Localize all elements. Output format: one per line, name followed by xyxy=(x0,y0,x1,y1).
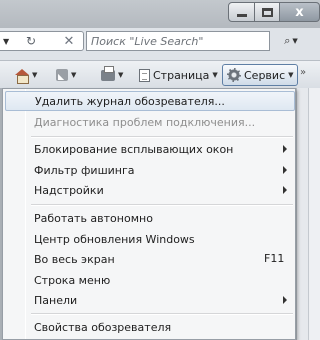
submenu-arrow-icon xyxy=(283,186,287,194)
menu-item-diagnose-connection: Диагностика проблем подключения... xyxy=(5,112,295,132)
menu-item-label: Во весь экран xyxy=(34,252,115,266)
menu-item-phishing-filter[interactable]: Фильтр фишинга xyxy=(5,160,295,180)
menu-separator xyxy=(31,313,293,315)
maximize-button[interactable] xyxy=(255,2,280,22)
menu-item-label: Строка меню xyxy=(34,273,111,287)
search-input[interactable]: Поиск "Live Search" xyxy=(86,31,270,51)
menu-item-popup-blocker[interactable]: Блокирование всплывающих окон xyxy=(5,139,295,159)
page-dropdown-icon: ▼ xyxy=(212,71,218,79)
close-icon: x xyxy=(295,4,304,20)
address-bar-end: ▼ ↻ ✕ xyxy=(0,31,84,51)
submenu-arrow-icon xyxy=(283,296,287,304)
search-button[interactable]: ⌕ ▼ xyxy=(276,31,306,51)
menu-item-label: Работать автономно xyxy=(34,211,153,225)
menu-item-delete-history[interactable]: Удалить журнал обозревателя... xyxy=(5,91,295,111)
address-row: ▼ ↻ ✕ Поиск "Live Search" ⌕ ▼ xyxy=(0,28,320,60)
toolbar-overflow-chevron-icon[interactable]: » xyxy=(300,67,306,78)
menu-item-label: Блокирование всплывающих окон xyxy=(34,142,234,156)
menu-item-label: Свойства обозревателя xyxy=(34,320,172,334)
menu-item-toolbars[interactable]: Панели xyxy=(5,290,295,310)
magnifier-icon: ⌕ xyxy=(284,34,291,47)
menu-item-label: Панели xyxy=(34,293,78,307)
submenu-arrow-icon xyxy=(283,145,287,153)
page-menu-label: Страница xyxy=(153,68,210,82)
tools-menu-label: Сервис xyxy=(244,68,286,82)
page-icon xyxy=(139,68,150,82)
home-dropdown-icon[interactable]: ▼ xyxy=(32,71,37,79)
menu-item-label: Надстройки xyxy=(34,183,104,197)
title-bar: x xyxy=(0,0,320,28)
rss-feed-icon: ◣ xyxy=(56,69,68,81)
address-dropdown-icon[interactable]: ▼ xyxy=(3,37,9,46)
menu-item-label: Центр обновления Windows xyxy=(34,232,195,246)
menu-item-windows-update[interactable]: Центр обновления Windows xyxy=(5,229,295,249)
gear-icon xyxy=(227,68,241,82)
refresh-icon[interactable]: ↻ xyxy=(15,32,47,50)
menu-item-work-offline[interactable]: Работать автономно xyxy=(5,208,295,228)
menu-item-label: Фильтр фишинга xyxy=(34,163,135,177)
menu-item-internet-options[interactable]: Свойства обозревателя xyxy=(5,317,295,337)
command-bar: ▼ ◣ ▼ ▼ Страница ▼ Сервис ▼ » xyxy=(0,60,320,88)
stop-icon[interactable]: ✕ xyxy=(58,32,80,50)
print-dropdown-icon[interactable]: ▼ xyxy=(118,71,123,79)
menu-separator xyxy=(31,204,293,206)
menu-item-shortcut: F11 xyxy=(264,252,285,265)
home-icon xyxy=(15,68,29,84)
maximize-icon xyxy=(261,7,273,17)
search-options-dropdown-icon[interactable]: ▼ xyxy=(292,37,297,45)
tools-dropdown-menu: Удалить журнал обозревателя... Диагности… xyxy=(2,88,296,340)
tools-menu-button[interactable]: Сервис ▼ xyxy=(222,64,298,86)
menu-item-add-ons[interactable]: Надстройки xyxy=(5,180,295,200)
menu-item-menu-bar[interactable]: Строка меню xyxy=(5,270,295,290)
scrollbar[interactable] xyxy=(308,88,320,340)
menu-separator xyxy=(31,136,293,138)
feeds-button[interactable]: ◣ ▼ xyxy=(56,65,76,85)
tools-dropdown-icon: ▼ xyxy=(288,71,294,79)
home-button[interactable]: ▼ xyxy=(15,65,37,85)
submenu-arrow-icon xyxy=(283,166,287,174)
menu-item-label: Диагностика проблем подключения... xyxy=(34,115,256,129)
minimize-button[interactable] xyxy=(228,2,255,22)
minimize-icon xyxy=(236,13,247,17)
window-controls: x xyxy=(228,2,320,22)
menu-item-label: Удалить журнал обозревателя... xyxy=(35,94,225,108)
menu-item-full-screen[interactable]: Во весь экран F11 xyxy=(5,249,295,269)
page-menu-button[interactable]: Страница ▼ xyxy=(139,65,218,85)
print-button[interactable]: ▼ xyxy=(101,65,123,85)
printer-icon xyxy=(101,65,115,81)
close-button[interactable]: x xyxy=(280,2,320,22)
feeds-dropdown-icon[interactable]: ▼ xyxy=(71,71,76,79)
